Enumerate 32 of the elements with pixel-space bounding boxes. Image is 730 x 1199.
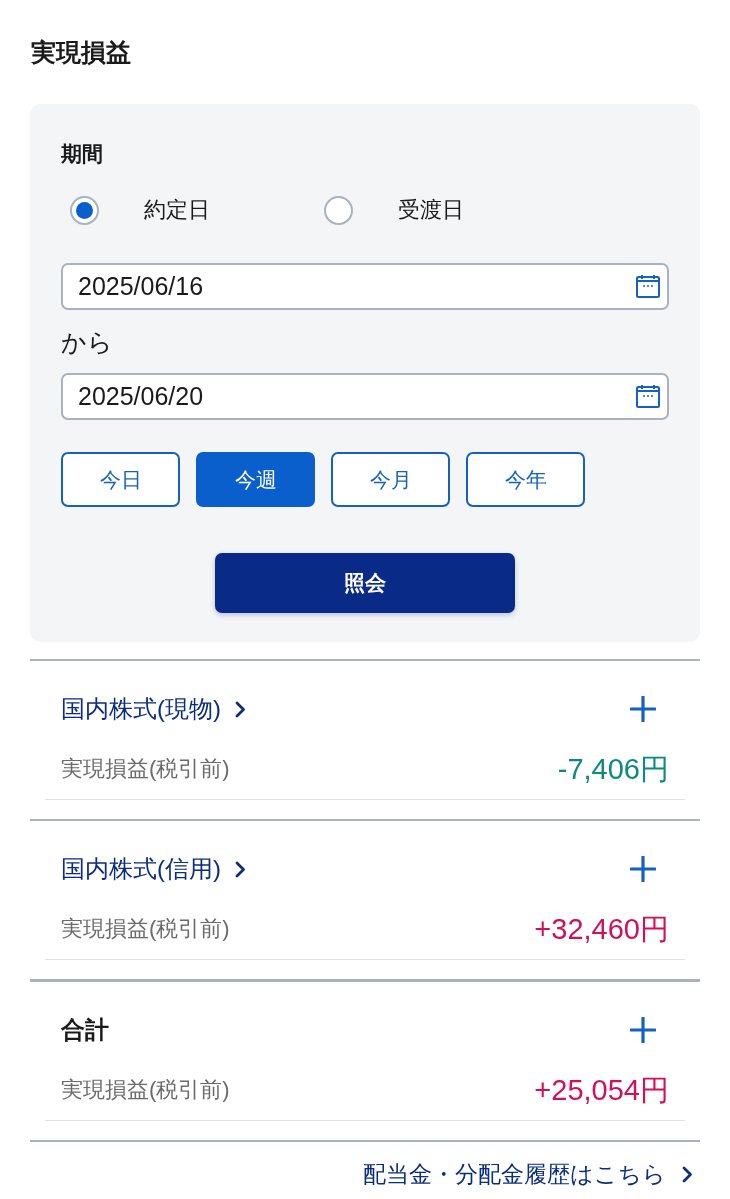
quick-range-button[interactable]: 今月	[331, 452, 450, 507]
period-label: 期間	[61, 141, 103, 167]
start-date-field[interactable]: 2025/06/16	[61, 263, 669, 310]
radio-label[interactable]: 受渡日	[398, 195, 464, 225]
row-label: 実現損益(税引前)	[61, 915, 230, 943]
radio-button[interactable]	[70, 195, 99, 225]
calendar-icon[interactable]	[636, 274, 660, 298]
section-link[interactable]: 国内株式(信用)	[61, 851, 246, 887]
quick-range-button[interactable]: 今週	[196, 452, 315, 507]
row-label: 実現損益(税引前)	[61, 1076, 230, 1104]
calendar-icon[interactable]	[636, 384, 660, 408]
plus-icon[interactable]	[630, 1017, 656, 1043]
profit-value: +32,460円	[534, 912, 669, 947]
plus-icon[interactable]	[630, 856, 656, 882]
quick-range-button[interactable]: 今年	[466, 452, 585, 507]
radio-label[interactable]: 約定日	[144, 195, 210, 225]
plus-icon[interactable]	[630, 696, 656, 722]
radio-button[interactable]	[324, 195, 353, 225]
profit-value: -7,406円	[557, 752, 669, 787]
chevron-right-icon	[235, 860, 246, 878]
page-title: 実現損益	[31, 37, 131, 68]
chevron-right-icon	[235, 700, 246, 718]
end-date-field[interactable]: 2025/06/20	[61, 373, 669, 420]
row-label: 実現損益(税引前)	[61, 755, 230, 783]
profit-value: +25,054円	[534, 1073, 669, 1108]
quick-range-button[interactable]: 今日	[61, 452, 180, 507]
chevron-right-icon	[682, 1165, 693, 1183]
range-label: から	[61, 327, 113, 358]
section-link[interactable]: 国内株式(現物)	[61, 691, 246, 727]
total-title: 合計	[61, 1015, 109, 1045]
history-link[interactable]: 配当金・分配金履歴はこちら	[363, 1159, 693, 1189]
search-button[interactable]: 照会	[215, 553, 515, 613]
